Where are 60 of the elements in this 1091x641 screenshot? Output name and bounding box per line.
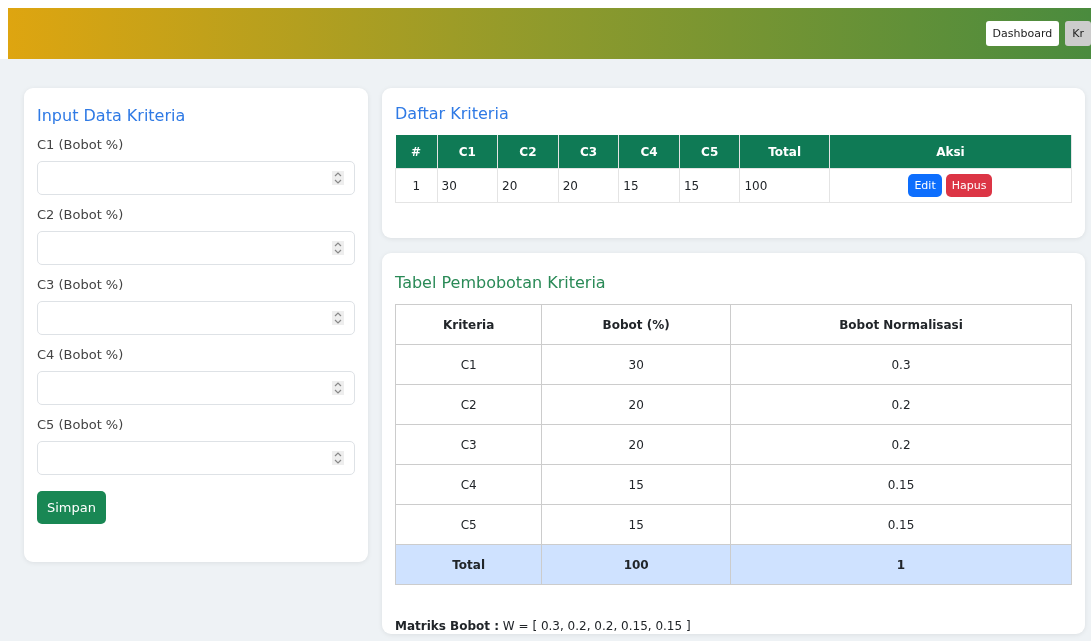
column-header: Bobot (%) — [541, 304, 731, 345]
table-cell: C5 — [395, 504, 542, 545]
number-field[interactable] — [37, 441, 355, 475]
nav-button[interactable]: Dashboard — [985, 21, 1060, 46]
card-title: Tabel Pembobotan Kriteria — [395, 273, 607, 292]
column-header: C2 — [497, 135, 559, 169]
edit-button[interactable]: Edit — [908, 174, 942, 197]
table-cell: 100 — [541, 544, 731, 585]
table-cell: 20 — [541, 424, 731, 465]
delete-button[interactable]: Hapus — [945, 174, 993, 197]
field-label: C3 (Bobot %) — [37, 277, 125, 292]
matrix-text: Matriks Bobot : W = [ 0.3, 0.2, 0.2, 0.15, 0.15 ] — [395, 619, 692, 633]
number-field[interactable] — [37, 301, 355, 335]
table-cell: 1 — [395, 168, 437, 203]
card-title: Daftar Kriteria — [395, 104, 510, 123]
table-cell: 15 — [679, 168, 740, 203]
table-cell: 20 — [497, 168, 559, 203]
column-header: Bobot Normalisasi — [730, 304, 1072, 345]
save-button[interactable]: Simpan — [37, 491, 106, 524]
table-cell: Total — [395, 544, 542, 585]
column-header: C5 — [679, 135, 740, 169]
table-cell: 100 — [740, 168, 830, 203]
card-title: Input Data Kriteria — [37, 106, 187, 125]
number-field[interactable] — [37, 161, 355, 195]
table-cell: 0.15 — [730, 504, 1072, 545]
column-header: C1 — [437, 135, 498, 169]
table-cell: 1 — [730, 544, 1072, 585]
table-cell: C2 — [395, 384, 542, 425]
number-field[interactable] — [37, 231, 355, 265]
spinner-icon[interactable] — [332, 171, 344, 185]
table-cell: 15 — [618, 168, 680, 203]
table-cell: 30 — [541, 344, 731, 385]
spinner-icon[interactable] — [332, 451, 344, 465]
table-cell: 15 — [541, 504, 731, 545]
number-field[interactable] — [37, 371, 355, 405]
table-cell: 15 — [541, 464, 731, 505]
table-cell: 20 — [558, 168, 619, 203]
field-label: C4 (Bobot %) — [37, 347, 125, 362]
field-label: C5 (Bobot %) — [37, 417, 125, 432]
table-cell: C4 — [395, 464, 542, 505]
spinner-icon[interactable] — [332, 311, 344, 325]
nav-button[interactable]: Kr — [1065, 21, 1091, 46]
table-cell: 0.2 — [730, 384, 1072, 425]
table-cell: 0.15 — [730, 464, 1072, 505]
spinner-icon[interactable] — [332, 381, 344, 395]
field-label: C2 (Bobot %) — [37, 207, 125, 222]
table-cell: 30 — [437, 168, 498, 203]
field-label: C1 (Bobot %) — [37, 137, 125, 152]
table-cell: C3 — [395, 424, 542, 465]
column-header: Total — [740, 135, 830, 169]
table-cell: 0.2 — [730, 424, 1072, 465]
table-cell: 0.3 — [730, 344, 1072, 385]
column-header: Kriteria — [395, 304, 542, 345]
column-header: C3 — [558, 135, 619, 169]
spinner-icon[interactable] — [332, 241, 344, 255]
column-header: # — [395, 135, 437, 169]
table-cell: C1 — [395, 344, 542, 385]
column-header: C4 — [618, 135, 680, 169]
table-cell: 20 — [541, 384, 731, 425]
column-header: Aksi — [829, 135, 1072, 169]
